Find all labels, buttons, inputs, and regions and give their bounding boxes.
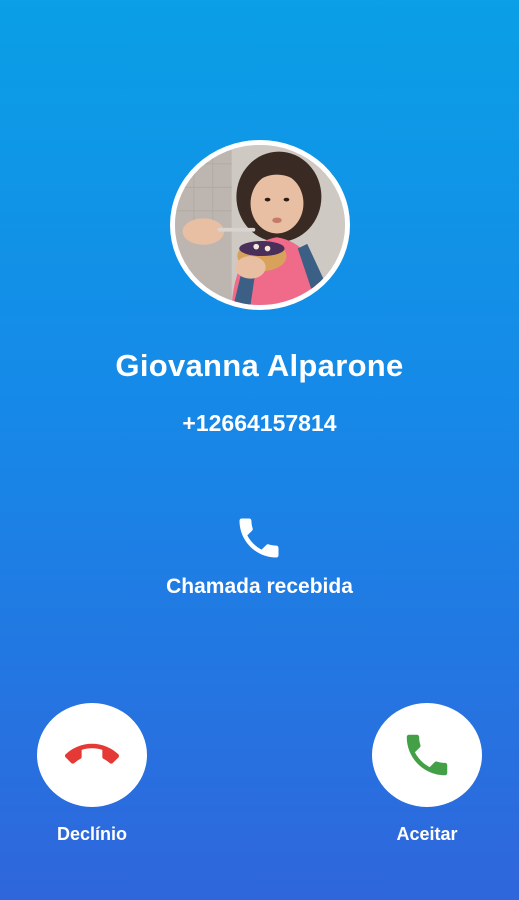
call-status: Chamada recebida: [166, 575, 353, 598]
caller-name: Giovanna Alparone: [115, 348, 404, 383]
accept-button[interactable]: [372, 703, 482, 807]
decline-label: Declínio: [56, 824, 127, 844]
accept-label: Aceitar: [396, 824, 458, 844]
avatar-photo: [175, 145, 345, 305]
phone-hangup-icon: [65, 743, 119, 764]
phone-answer-icon: [406, 734, 448, 776]
decline-button[interactable]: [37, 703, 147, 807]
phone-icon: [239, 518, 279, 558]
caller-number: +12664157814: [182, 410, 337, 436]
caller-avatar: [170, 140, 350, 310]
